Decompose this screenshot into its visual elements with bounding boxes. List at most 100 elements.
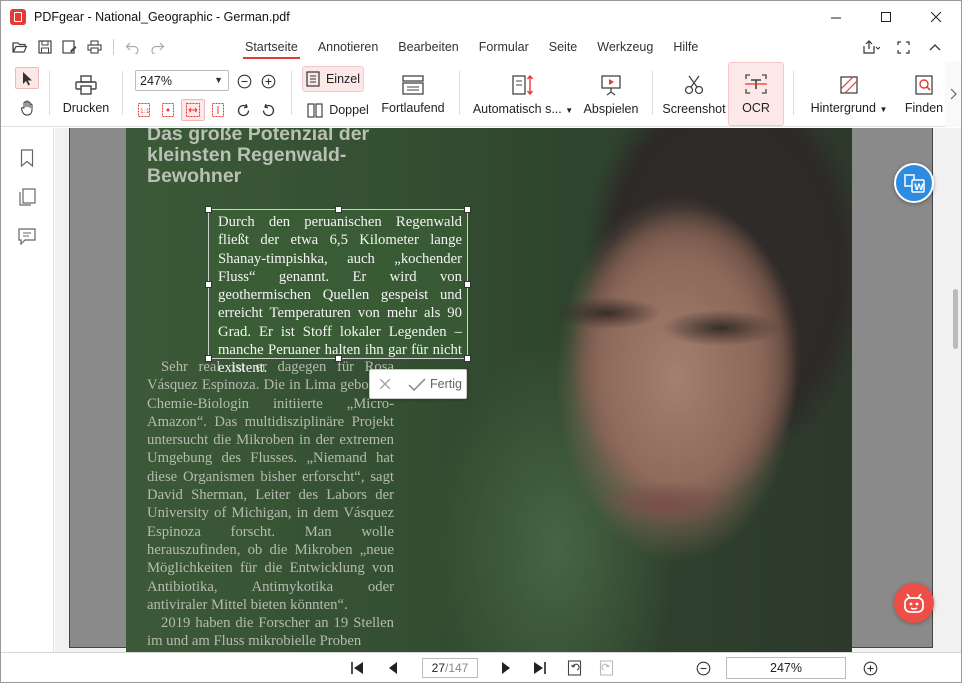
comments-button[interactable]: [15, 224, 39, 248]
status-zoom-field[interactable]: 247%: [726, 657, 846, 679]
ai-assistant-button[interactable]: [894, 583, 934, 623]
left-sidebar: [1, 128, 54, 661]
comment-icon: [18, 227, 36, 245]
tab-annotieren[interactable]: Annotieren: [308, 33, 388, 61]
background-icon: [840, 76, 858, 94]
done-label: Fertig: [430, 377, 462, 391]
page-number-field[interactable]: 27/147: [422, 658, 478, 678]
print-button[interactable]: Drucken: [59, 69, 113, 121]
undo-button[interactable]: [120, 35, 145, 59]
tab-startseite[interactable]: Startseite: [235, 33, 308, 61]
resize-handle-s[interactable]: [335, 355, 342, 362]
share-button[interactable]: [855, 35, 887, 59]
resize-handle-se[interactable]: [464, 355, 471, 362]
tab-formular[interactable]: Formular: [469, 33, 539, 61]
vertical-scrollbar[interactable]: [950, 129, 961, 651]
screenshot-button[interactable]: Screenshot: [661, 69, 727, 121]
convert-to-word-button[interactable]: W: [894, 163, 934, 203]
go-forward-view-button[interactable]: [594, 657, 618, 679]
background-button[interactable]: Hintergrund ▼: [806, 69, 892, 121]
close-button[interactable]: [911, 1, 961, 33]
previous-page-button[interactable]: [381, 657, 405, 679]
zoom-out-icon: [237, 74, 251, 88]
resize-handle-w[interactable]: [205, 281, 212, 288]
confirm-ocr-button[interactable]: Fertig: [408, 377, 462, 391]
quick-access-toolbar: [7, 35, 170, 59]
resize-handle-sw[interactable]: [205, 355, 212, 362]
fullscreen-icon: [896, 40, 910, 54]
fit-width-button[interactable]: [181, 99, 205, 121]
tab-werkzeug[interactable]: Werkzeug: [587, 33, 663, 61]
actual-size-button[interactable]: 1:1: [132, 99, 156, 121]
find-label: Finden: [904, 101, 944, 115]
scrollbar-thumb[interactable]: [953, 289, 958, 349]
pdf-page[interactable]: Das große Potenzial der kleinsten Regenw…: [126, 128, 852, 652]
tab-bearbeiten[interactable]: Bearbeiten: [388, 33, 468, 61]
printer-icon: [75, 75, 97, 95]
menu-bar: Startseite Annotieren Bearbeiten Formula…: [1, 33, 961, 61]
rotate-right-button[interactable]: [231, 99, 255, 121]
zoom-in-icon: [261, 74, 275, 88]
resize-handle-n[interactable]: [335, 206, 342, 213]
fit-height-button[interactable]: [206, 99, 230, 121]
rotate-clockwise-icon: [237, 103, 249, 116]
save-button[interactable]: [32, 35, 57, 59]
title-bar: PDFgear - National_Geographic - German.p…: [1, 1, 961, 33]
ribbon-separator: [49, 71, 50, 115]
ocr-selection-area[interactable]: Durch den peruanischen Regenwald fließt …: [205, 206, 471, 376]
zoom-out-button[interactable]: [232, 70, 256, 92]
continuous-button[interactable]: Fortlaufend: [379, 69, 447, 121]
go-back-view-button[interactable]: [562, 657, 586, 679]
next-page-button[interactable]: [494, 657, 518, 679]
zoom-dropdown[interactable]: 247% ▼: [135, 70, 229, 91]
resize-handle-nw[interactable]: [205, 206, 212, 213]
ribbon-separator: [459, 71, 460, 115]
last-page-button[interactable]: [528, 657, 552, 679]
double-page-button[interactable]: Doppel: [305, 98, 371, 122]
open-button[interactable]: [7, 35, 32, 59]
play-button[interactable]: Abspielen: [581, 69, 641, 121]
print-quick-button[interactable]: [82, 35, 107, 59]
resize-handle-e[interactable]: [464, 281, 471, 288]
presentation-icon: [601, 75, 621, 96]
next-page-icon: [502, 662, 510, 674]
tab-seite[interactable]: Seite: [539, 33, 588, 61]
single-page-button[interactable]: Einzel: [302, 66, 364, 92]
save-as-button[interactable]: [57, 35, 82, 59]
checkmark-icon: [408, 377, 426, 391]
chevron-right-icon: [950, 88, 957, 100]
save-as-icon: [62, 40, 77, 54]
cancel-ocr-button[interactable]: [370, 376, 400, 393]
hand-tool-button[interactable]: [15, 97, 39, 119]
document-viewer[interactable]: Das große Potenzial der kleinsten Regenw…: [55, 128, 961, 652]
continuous-label: Fortlaufend: [381, 101, 445, 115]
zoom-out-icon: [696, 661, 710, 675]
toolbar-separator: [113, 39, 114, 55]
thumbnails-button[interactable]: [15, 185, 39, 209]
ribbon-scroll-right-button[interactable]: [945, 61, 961, 127]
resize-handle-ne[interactable]: [464, 206, 471, 213]
select-tool-button[interactable]: [15, 67, 39, 89]
previous-page-icon: [389, 662, 397, 674]
minimize-button[interactable]: [811, 1, 861, 33]
zoom-in-button[interactable]: [256, 70, 280, 92]
fullscreen-button[interactable]: [887, 35, 919, 59]
maximize-icon: [880, 11, 891, 22]
fit-page-button[interactable]: [156, 99, 180, 121]
article-paragraph: Sehr real ist er dagegen für Rosa Vásque…: [147, 359, 394, 613]
article-body: Sehr real ist er dagegen für Rosa Vásque…: [147, 358, 394, 651]
bookmarks-button[interactable]: [15, 146, 39, 170]
page-back-icon: [567, 660, 581, 676]
redo-button[interactable]: [145, 35, 170, 59]
find-button[interactable]: Finden: [901, 69, 947, 121]
tab-hilfe[interactable]: Hilfe: [663, 33, 708, 61]
rotate-left-button[interactable]: [256, 99, 280, 121]
ocr-button[interactable]: OCR: [728, 62, 784, 126]
status-zoom-out-button[interactable]: [691, 657, 715, 679]
auto-scroll-button[interactable]: Automatisch s... ▼: [471, 69, 575, 121]
maximize-button[interactable]: [861, 1, 911, 33]
status-zoom-in-button[interactable]: [858, 657, 882, 679]
collapse-ribbon-button[interactable]: [919, 35, 951, 59]
auto-scroll-label: Automatisch s... ▼: [472, 102, 574, 116]
first-page-button[interactable]: [345, 657, 369, 679]
